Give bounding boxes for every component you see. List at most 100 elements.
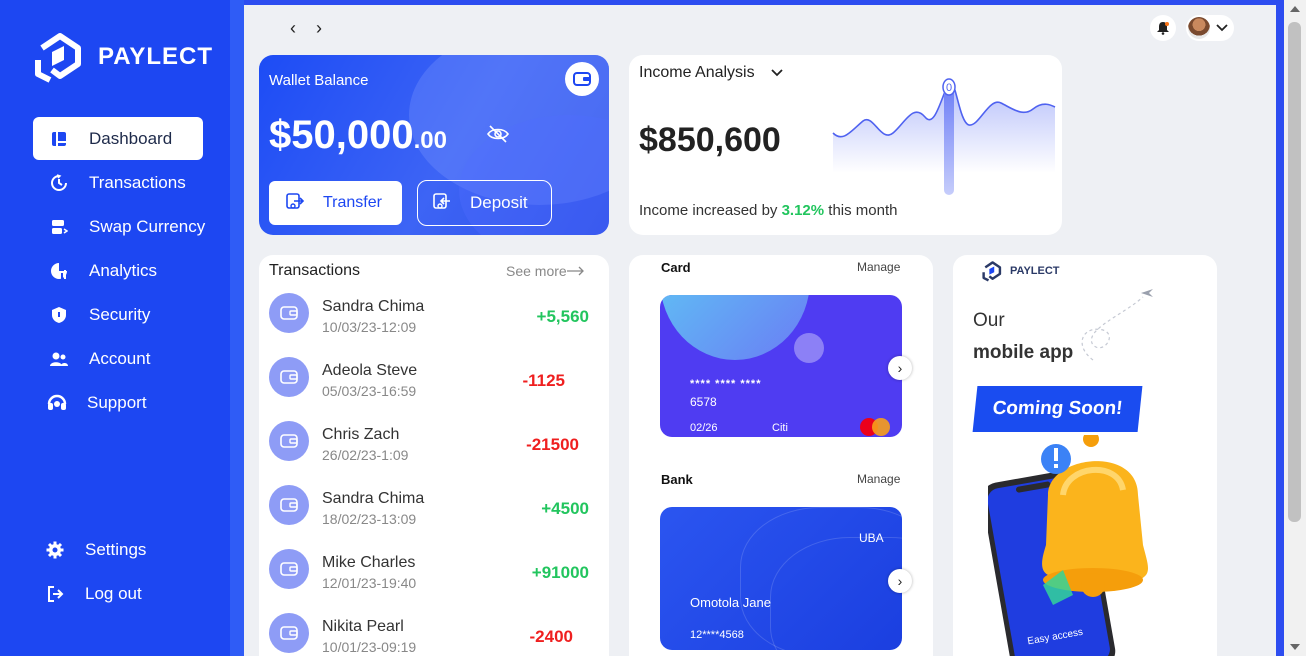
see-more-label: See more	[506, 263, 567, 279]
transaction-name: Nikita Pearl	[322, 618, 404, 635]
income-analysis-card: Income Analysis $850,600 Income increase…	[629, 55, 1062, 235]
page-scrollbar[interactable]	[1284, 0, 1306, 656]
sidebar-edge	[230, 0, 244, 656]
bank-account-number: 12****4568	[690, 629, 744, 641]
transaction-date: 12/01/23-19:40	[322, 575, 417, 591]
sidebar-item-label: Support	[87, 392, 147, 412]
wallet-icon[interactable]	[565, 62, 599, 96]
wallet-icon	[269, 421, 309, 461]
app-logo[interactable]: PAYLECT	[34, 30, 213, 84]
coming-soon-label: Coming Soon!	[991, 398, 1124, 419]
transaction-row[interactable]: Sandra Chima 18/02/23-13:09 +4500	[269, 484, 599, 548]
logout-icon	[45, 584, 65, 604]
wallet-balance: $50,000.00	[269, 113, 447, 158]
window-edge	[1276, 0, 1284, 656]
promo-logo: PAYLECT	[982, 260, 1060, 282]
balance-cents: .00	[413, 127, 447, 154]
sidebar-item-support[interactable]: Support	[33, 381, 208, 424]
promo-brand: PAYLECT	[1010, 265, 1060, 277]
income-note: Income increased by 3.12% this month	[639, 202, 898, 219]
transaction-date: 26/02/23-1:09	[322, 447, 409, 463]
transactions-list: Sandra Chima 10/03/23-12:09 +5,560 Adeol…	[269, 292, 599, 656]
promo-line-1: Our	[973, 310, 1005, 331]
gear-icon	[45, 540, 65, 560]
transaction-row[interactable]: Adeola Steve 05/03/23-16:59 -1125	[269, 356, 599, 420]
notification-button[interactable]	[1150, 15, 1176, 41]
transaction-name: Chris Zach	[322, 426, 400, 443]
scroll-down-icon[interactable]	[1290, 644, 1300, 650]
transaction-amount: -1125	[522, 371, 565, 390]
transaction-row[interactable]: Mike Charles 12/01/23-19:40 +91000	[269, 548, 599, 612]
sidebar-item-label: Transactions	[89, 172, 186, 192]
sidebar-item-analytics[interactable]: Analytics	[33, 249, 208, 292]
profile-menu[interactable]	[1186, 15, 1234, 41]
mastercard-icon	[860, 418, 892, 436]
wallet-icon	[269, 613, 309, 653]
card-number-last: 6578	[690, 395, 717, 409]
sidebar-item-label: Security	[89, 304, 151, 324]
transaction-date: 10/03/23-12:09	[322, 319, 417, 335]
header-actions	[1150, 15, 1234, 41]
income-note-prefix: Income increased by	[639, 202, 782, 219]
arrow-right-icon	[566, 266, 584, 276]
shield-icon	[49, 305, 69, 325]
users-icon	[49, 349, 69, 369]
transaction-name: Sandra Chima	[322, 298, 425, 315]
income-note-suffix: this month	[824, 202, 898, 219]
sidebar-bottom-nav: Settings Log out	[33, 528, 208, 616]
sidebar: PAYLECT Dashboard Transactions Swap Curr…	[0, 0, 244, 656]
transaction-row[interactable]: Nikita Pearl 10/01/23-09:19 -2400	[269, 612, 599, 656]
sidebar-item-settings[interactable]: Settings	[33, 528, 208, 571]
phone-bell-illustration: Easy access	[988, 435, 1148, 656]
bell-icon	[1157, 22, 1169, 35]
card-decoration	[660, 295, 810, 360]
income-amount: $850,600	[639, 121, 781, 159]
bank-holder: Omotola Jane	[690, 595, 771, 610]
analytics-icon	[49, 261, 69, 281]
card-section-label: Card	[661, 260, 691, 275]
wallet-title: Wallet Balance	[269, 72, 369, 89]
airplane-path-icon	[1081, 289, 1153, 361]
deposit-icon	[432, 191, 452, 216]
sidebar-item-label: Dashboard	[89, 128, 173, 148]
transaction-date: 05/03/23-16:59	[322, 383, 417, 399]
bank-card[interactable]: UBA Omotola Jane 12****4568	[660, 507, 902, 650]
sidebar-item-transactions[interactable]: Transactions	[33, 161, 208, 204]
forward-arrow-icon[interactable]: ›	[312, 18, 326, 39]
sidebar-item-dashboard[interactable]: Dashboard	[33, 117, 203, 160]
transfer-button[interactable]: Transfer	[269, 181, 402, 225]
sidebar-item-account[interactable]: Account	[33, 337, 208, 380]
sidebar-item-security[interactable]: Security	[33, 293, 208, 336]
see-more-link[interactable]: See more	[506, 263, 585, 279]
history-nav: ‹ ›	[286, 18, 326, 39]
hide-balance-icon[interactable]	[487, 125, 509, 148]
sidebar-item-logout[interactable]: Log out	[33, 572, 208, 615]
credit-card[interactable]: **** **** **** 6578 02/26 Citi	[660, 295, 902, 437]
chevron-down-icon	[1216, 24, 1228, 32]
income-title[interactable]: Income Analysis	[639, 64, 783, 82]
transaction-amount: -2400	[529, 627, 573, 646]
sidebar-item-swap-currency[interactable]: Swap Currency	[33, 205, 208, 248]
wallet-icon	[269, 293, 309, 333]
back-arrow-icon[interactable]: ‹	[286, 18, 300, 39]
transaction-amount: -21500	[526, 435, 579, 454]
next-card-button[interactable]: ›	[888, 356, 912, 380]
next-bank-button[interactable]: ›	[888, 569, 912, 593]
transaction-row[interactable]: Chris Zach 26/02/23-1:09 -21500	[269, 420, 599, 484]
deposit-button[interactable]: Deposit	[417, 180, 552, 226]
sidebar-item-label: Settings	[85, 539, 147, 559]
transaction-amount: +4500	[541, 499, 589, 518]
card-decoration	[794, 333, 824, 363]
sidebar-nav: Dashboard Transactions Swap Currency Ana…	[33, 117, 208, 425]
swap-icon	[49, 217, 69, 237]
bank-name: UBA	[859, 531, 884, 545]
scroll-up-icon[interactable]	[1290, 6, 1300, 12]
manage-bank-link[interactable]: Manage	[857, 472, 900, 486]
bank-section-label: Bank	[661, 472, 693, 487]
sidebar-item-label: Swap Currency	[89, 216, 206, 236]
transaction-row[interactable]: Sandra Chima 10/03/23-12:09 +5,560	[269, 292, 599, 356]
app-name: PAYLECT	[98, 43, 214, 70]
income-percent: 3.12%	[781, 202, 825, 219]
scrollbar-thumb[interactable]	[1288, 22, 1301, 522]
manage-card-link[interactable]: Manage	[857, 260, 900, 274]
